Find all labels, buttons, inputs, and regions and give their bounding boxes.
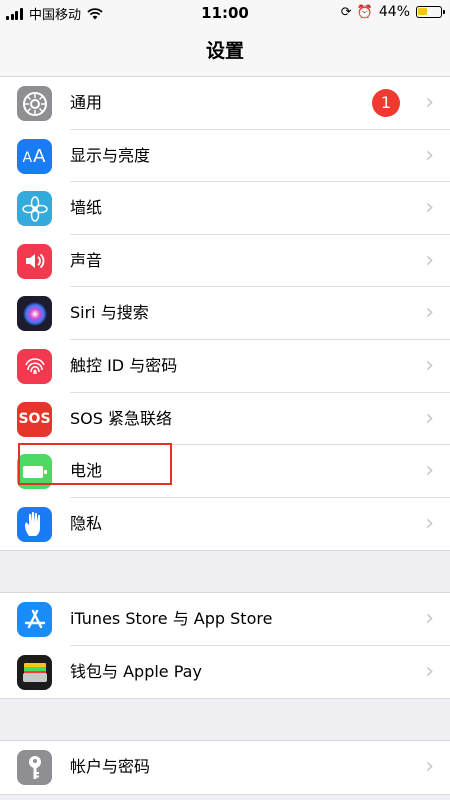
chevron-right-icon: ›: [425, 90, 434, 115]
text-size-icon: AA: [17, 138, 52, 174]
chevron-right-icon: ›: [425, 458, 434, 484]
battery-status-icon: [416, 6, 445, 18]
wallet-icon: [17, 654, 52, 690]
row-label: 声音: [70, 250, 103, 270]
settings-row[interactable]: 帐户与密码 ›: [0, 741, 450, 794]
chevron-right-icon: ›: [425, 300, 434, 326]
key-icon: [17, 750, 52, 785]
chevron-right-icon: ›: [425, 658, 434, 684]
page-title: 设置: [205, 40, 244, 62]
icon-text: SOS: [18, 411, 51, 428]
row-label: Siri 与搜索: [70, 303, 149, 323]
chevron-right-icon: ›: [425, 195, 434, 221]
settings-row[interactable]: 隐私 ›: [0, 498, 450, 551]
settings-row[interactable]: SOS SOS 紧急联络 ›: [0, 393, 450, 446]
sos-icon: SOS: [17, 401, 52, 437]
status-bar: 中国移动 11:00 ⟳ ⏰ 44%: [0, 0, 450, 26]
speaker-icon: [17, 243, 52, 279]
chevron-right-icon: ›: [425, 606, 434, 631]
chevron-right-icon: ›: [425, 352, 434, 378]
nav-bar: 设置: [0, 26, 450, 77]
settings-row[interactable]: AA 显示与亮度 ›: [0, 130, 450, 183]
row-label: SOS 紧急联络: [70, 408, 172, 428]
settings-group-accounts: 帐户与密码 ›: [0, 740, 450, 795]
settings-row[interactable]: Siri 与搜索 ›: [0, 287, 450, 340]
settings-group-store: iTunes Store 与 App Store › 钱包与 Apple Pay ›: [0, 592, 450, 700]
row-label: 墙纸: [70, 198, 103, 218]
battery-fill: [418, 8, 427, 15]
row-label: 通用: [70, 93, 103, 112]
chevron-right-icon: ›: [425, 142, 434, 168]
row-label: 帐户与密码: [70, 757, 151, 776]
settings-row[interactable]: 触控 ID 与密码 ›: [0, 340, 450, 393]
gear-icon: [17, 86, 52, 121]
chevron-right-icon: ›: [425, 754, 434, 779]
fingerprint-icon: [17, 348, 52, 384]
settings-row[interactable]: 墙纸 ›: [0, 182, 450, 235]
alarm-icon: ⏰: [356, 4, 373, 20]
flower-icon: [17, 191, 52, 227]
row-label: iTunes Store 与 App Store: [70, 609, 273, 628]
app-store-icon: [17, 602, 52, 637]
row-label: 钱包与 Apple Pay: [70, 661, 202, 681]
chevron-right-icon: ›: [425, 405, 434, 431]
chevron-right-icon: ›: [425, 510, 434, 536]
rotation-lock-icon: ⟳: [340, 4, 352, 20]
settings-row[interactable]: 通用 1 ›: [0, 77, 450, 130]
status-right: ⟳ ⏰ 44%: [336, 4, 445, 20]
battery-percent: 44%: [378, 4, 410, 20]
notification-badge: 1: [372, 89, 400, 117]
row-label: 触控 ID 与密码: [70, 355, 178, 375]
row-label: 显示与亮度: [70, 145, 151, 165]
siri-icon: [17, 296, 52, 332]
settings-row[interactable]: 声音 ›: [0, 235, 450, 288]
battery-highlight-box: [18, 443, 172, 485]
hand-icon: [17, 506, 52, 542]
row-label: 隐私: [70, 513, 103, 533]
settings-row[interactable]: iTunes Store 与 App Store ›: [0, 593, 450, 646]
chevron-right-icon: ›: [425, 247, 434, 273]
settings-row[interactable]: 钱包与 Apple Pay ›: [0, 646, 450, 699]
